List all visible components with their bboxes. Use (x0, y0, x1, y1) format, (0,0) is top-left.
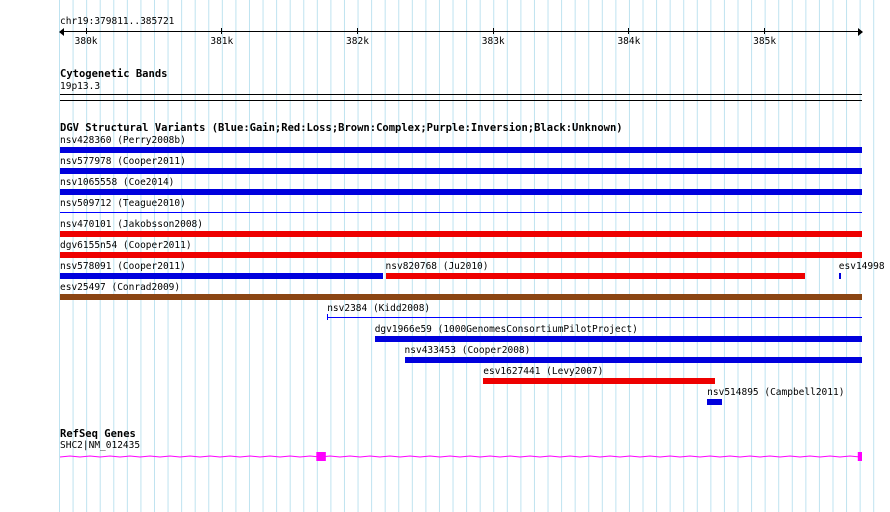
ruler-tick-label: 382k (346, 36, 369, 47)
variant-bar[interactable] (60, 168, 862, 174)
gene-exon[interactable] (857, 452, 862, 461)
gene-intron-line (59, 455, 861, 458)
ruler-tick-label: 384k (617, 36, 641, 47)
variant-bar[interactable] (60, 189, 862, 195)
variant-label[interactable]: dgv1966e59 (1000GenomesConsortiumPilotPr… (375, 324, 638, 335)
ruler-axis (60, 31, 862, 32)
refseq-track-title[interactable]: RefSeq Genes (60, 428, 136, 440)
ruler-tick-mark (628, 28, 630, 34)
cytoband-label[interactable]: 19p13.3 (60, 81, 100, 92)
variant-label[interactable]: nsv470101 (Jakobsson2008) (60, 219, 203, 230)
variant-label[interactable]: esv25497 (Conrad2009) (60, 282, 180, 293)
variant-bar[interactable] (60, 231, 862, 237)
position-label: chr19:379811..385721 (60, 16, 175, 27)
variant-bar[interactable] (385, 273, 805, 279)
variant-bar[interactable] (404, 357, 862, 363)
variant-bar[interactable] (374, 336, 862, 342)
variant-label[interactable]: nsv514895 (Campbell2011) (707, 387, 844, 398)
variant-label[interactable]: nsv509712 (Teague2010) (60, 198, 186, 209)
ruler-tick-label: 385k (753, 36, 777, 47)
ruler-tick-mark (357, 28, 359, 34)
ruler-arrow-left-icon (59, 28, 64, 36)
ruler-tick-mark (764, 28, 766, 34)
variant-label[interactable]: esv1627441 (Levy2007) (483, 366, 603, 377)
variant-bar[interactable] (327, 317, 862, 318)
variant-label[interactable]: nsv428360 (Perry2008b) (60, 135, 186, 146)
ruler-tick-mark (85, 28, 87, 34)
variant-bar[interactable] (483, 378, 716, 384)
ruler-tick-label: 381k (210, 36, 234, 47)
variant-label[interactable]: nsv577978 (Cooper2011) (60, 156, 186, 167)
variant-bar[interactable] (838, 273, 841, 279)
ruler-arrow-right-icon (858, 28, 863, 36)
variant-label[interactable]: dgv6155n54 (Cooper2011) (60, 240, 192, 251)
ruler-tick-label: 380k (74, 36, 98, 47)
ruler-tick-label: 383k (481, 36, 505, 47)
cytoband-ideogram-bottom (60, 100, 862, 101)
variant-label[interactable]: nsv2384 (Kidd2008) (327, 303, 430, 314)
gene-exon[interactable] (316, 452, 326, 461)
variant-label[interactable]: nsv433453 (Cooper2008) (405, 345, 531, 356)
ruler-tick-mark (492, 28, 494, 34)
variant-bar[interactable] (60, 147, 862, 153)
variant-bar[interactable] (60, 273, 383, 279)
genome-browser-view: chr19:379811..385721 380k 381k 382k 383k 384… (0, 0, 890, 512)
cytoband-ideogram-top (60, 94, 862, 95)
variant-label[interactable]: esv14998 (839, 261, 885, 272)
variant-label[interactable]: nsv578091 (Cooper2011) (60, 261, 186, 272)
variant-label[interactable]: nsv820768 (Ju2010) (386, 261, 489, 272)
ruler-tick-mark (221, 28, 223, 34)
variant-bar[interactable] (60, 212, 862, 213)
variant-bar[interactable] (60, 294, 862, 300)
variant-bar[interactable] (707, 399, 723, 405)
cytoband-track-title[interactable]: Cytogenetic Bands (60, 68, 167, 80)
variant-bar[interactable] (60, 252, 862, 258)
dgv-track-title[interactable]: DGV Structural Variants (Blue:Gain;Red:L… (60, 122, 623, 134)
variant-label[interactable]: nsv1065558 (Coe2014) (60, 177, 174, 188)
refseq-gene-feature[interactable] (0, 447, 890, 467)
